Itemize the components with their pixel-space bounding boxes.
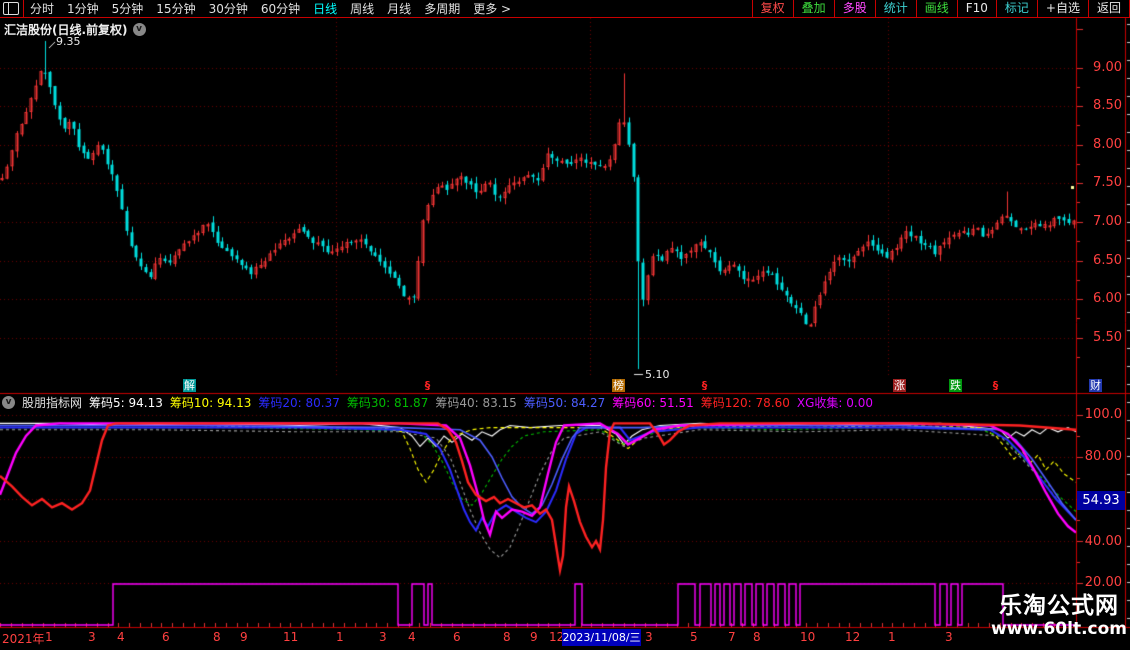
indicator-legend-item: 筹码20: 80.37 (258, 396, 340, 410)
indicator-axis-label: 80.00 (1084, 449, 1122, 464)
toolbar-button[interactable]: 复权 (751, 0, 793, 17)
chart-canvas[interactable] (0, 0, 1130, 650)
panel-badge[interactable]: 涨 (893, 379, 906, 392)
time-axis-label: 1 (336, 630, 344, 644)
panel-badge[interactable]: 榜 (612, 379, 625, 392)
indicator-axis: 100.0 80.00 40.00 20.00 (1078, 0, 1124, 650)
time-axis-label: 8 (503, 630, 511, 644)
indicator-legend-item: 筹码40: 83.15 (435, 396, 517, 410)
time-axis-label: 3 (945, 630, 953, 644)
toolbar-button[interactable]: F10 (956, 0, 996, 17)
panel-badge[interactable]: § (698, 379, 711, 392)
time-axis-label: 4 (117, 630, 125, 644)
watermark-url: www.60lt.com (990, 619, 1128, 639)
toolbar-divider (23, 0, 24, 17)
toolbar-button[interactable]: 画线 (915, 0, 957, 17)
toolbar-button[interactable]: 多股 (833, 0, 875, 17)
indicator-legend-item: 筹码10: 94.13 (169, 396, 252, 410)
time-axis-label: 3 (379, 630, 387, 644)
indicator-legend-item: XG收集: 0.00 (796, 396, 874, 410)
time-axis-label: 7 (728, 630, 736, 644)
period-tab[interactable]: 日线 (313, 0, 337, 17)
time-axis-label: 5 (690, 630, 698, 644)
indicator-header: v 股朋指标网 筹码5: 94.13 筹码10: 94.13 筹码20: 80.37… (2, 395, 873, 410)
time-axis-label: 3 (645, 630, 653, 644)
time-axis-label: 9 (530, 630, 538, 644)
trading-app-window: 分时 1分钟 5分钟 15分钟 30分钟 60分钟 日线 周线 月线 多周期 更多 > 复权 叠加 多股… (0, 0, 1130, 650)
indicator-axis-label: 40.00 (1084, 534, 1122, 549)
time-axis-label: 8 (213, 630, 221, 644)
time-axis-label: 10 (800, 630, 816, 644)
time-axis: 2023/11/08/三 2021年 1 3 4 6 8 9 11 1 3 4 6 8 9 12 3 5 7 8 10… (0, 629, 1130, 650)
time-axis-label: 6 (453, 630, 461, 644)
period-tab[interactable]: 5分钟 (112, 0, 144, 17)
period-tab[interactable]: 周线 (350, 0, 374, 17)
period-tabs: 分时 1分钟 5分钟 15分钟 30分钟 60分钟 日线 周线 月线 多周期 更多 > (30, 0, 511, 17)
window-layout-icon[interactable] (3, 2, 19, 15)
time-axis-label: 6 (162, 630, 170, 644)
panel-badges: 解 § 榜 § 涨 跌 § 财 (0, 379, 1130, 393)
time-axis-label: 12 (845, 630, 861, 644)
time-axis-label: 9 (240, 630, 248, 644)
period-tab[interactable]: 1分钟 (67, 0, 99, 17)
period-tab[interactable]: 月线 (387, 0, 411, 17)
period-tab[interactable]: 30分钟 (209, 0, 248, 17)
period-tab[interactable]: 分时 (30, 0, 54, 17)
toolbar-button[interactable]: +自选 (1036, 0, 1088, 17)
panel-badge[interactable]: 解 (183, 379, 196, 392)
indicator-source-label: 股朋指标网 (22, 396, 83, 410)
panel-badge[interactable]: 财 (1089, 379, 1102, 392)
watermark-site-name: 乐淘公式网 (999, 593, 1119, 619)
panel-badge[interactable]: § (989, 379, 1002, 392)
toolbar-button[interactable]: 叠加 (792, 0, 834, 17)
indicator-legend-item: 筹码50: 84.27 (523, 396, 606, 410)
indicator-legend-item: 筹码30: 81.87 (346, 396, 429, 410)
chevron-down-icon[interactable]: v (132, 23, 146, 36)
indicator-axis-label: 20.00 (1084, 575, 1122, 590)
high-price-annotation: 9.35 (56, 35, 81, 48)
indicator-legend-item: 筹码5: 94.13 (89, 396, 163, 410)
time-axis-label: 4 (408, 630, 416, 644)
indicator-legend-item: 筹码120: 78.60 (700, 396, 790, 410)
period-tab[interactable]: 60分钟 (261, 0, 300, 17)
cursor-date-box: 2023/11/08/三 (562, 629, 641, 646)
period-tab[interactable]: 更多 > (473, 0, 511, 17)
indicator-value-badge: 54.93 (1077, 491, 1125, 510)
time-axis-label: 1 (888, 630, 896, 644)
indicator-axis-label: 100.0 (1084, 407, 1122, 422)
toolbar-button[interactable]: 返回 (1087, 0, 1130, 17)
toolbar-button[interactable]: 标记 (995, 0, 1037, 17)
time-axis-label: 2021年 (2, 632, 45, 646)
panel-badge[interactable]: 跌 (949, 379, 962, 392)
collapse-indicator-icon[interactable]: v (2, 396, 15, 409)
period-tab[interactable]: 多周期 (424, 0, 460, 17)
period-tab[interactable]: 15分钟 (156, 0, 195, 17)
indicator-legend-item: 筹码60: 51.51 (612, 396, 694, 410)
top-toolbar: 分时 1分钟 5分钟 15分钟 30分钟 60分钟 日线 周线 月线 多周期 更多 > 复权 叠加 多股… (0, 0, 1130, 18)
time-axis-label: 3 (88, 630, 96, 644)
time-axis-label: 11 (283, 630, 299, 644)
time-axis-label: 1 (45, 630, 53, 644)
toolbar-button[interactable]: 统计 (874, 0, 916, 17)
watermark: 乐淘公式网 www.60lt.com (988, 593, 1130, 639)
time-axis-label: 8 (753, 630, 761, 644)
panel-badge[interactable]: § (421, 379, 434, 392)
toolbar-buttons: 复权 叠加 多股 统计 画线 F10 标记 +自选 返回 (751, 0, 1130, 17)
